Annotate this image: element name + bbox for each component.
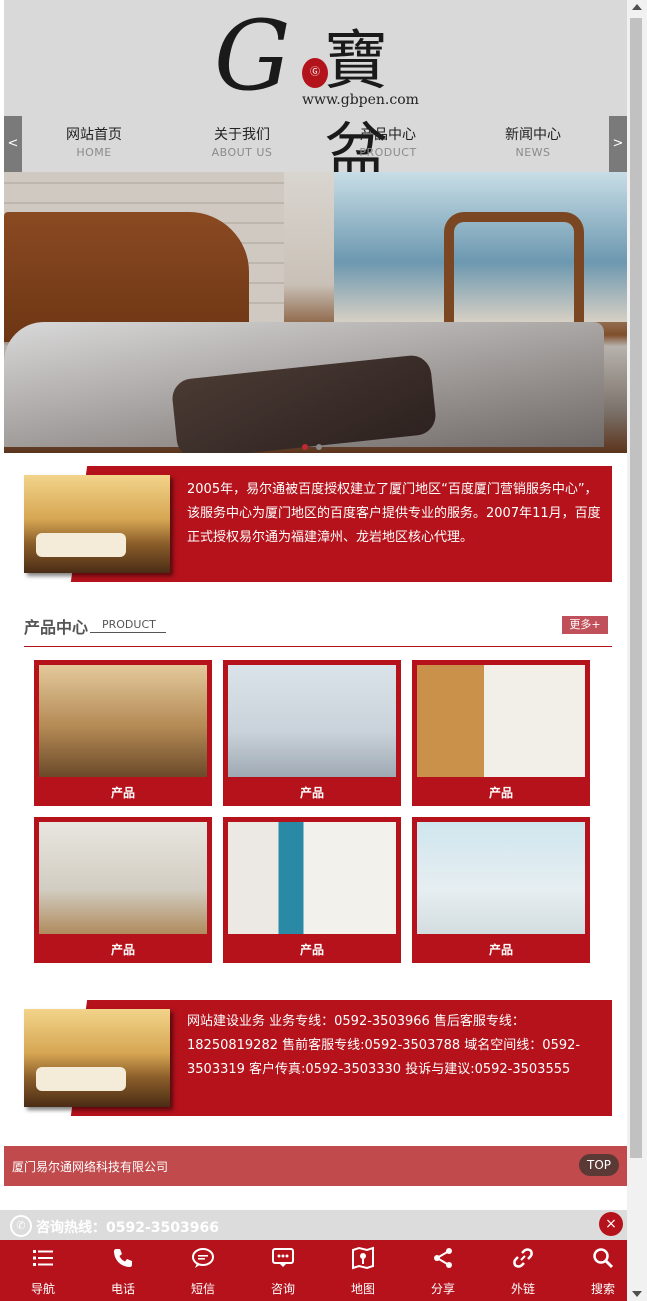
phone-icon — [114, 1249, 132, 1267]
site-header: G Ⓖ 寶盆 www.gbpen.com < 网站首页 HOME 关于我们 AB… — [4, 0, 627, 191]
section-title: 产品中心 — [24, 618, 89, 637]
site-logo[interactable]: G Ⓖ 寶盆 www.gbpen.com — [214, 0, 424, 191]
tab-label: 咨询 — [270, 1282, 295, 1296]
scrollbar-thumb[interactable] — [630, 18, 642, 1158]
nav-item-about[interactable]: 关于我们 ABOUT US — [182, 124, 302, 159]
product-label: 产品 — [110, 943, 135, 957]
tab-share[interactable]: 分享 — [404, 1240, 482, 1301]
nav-item-sublabel: ABOUT US — [211, 146, 273, 159]
tab-label: 电话 — [110, 1282, 135, 1296]
close-button[interactable]: × — [599, 1212, 623, 1236]
product-image — [228, 822, 396, 934]
hotline-bar[interactable]: ✆ 咨询热线：0592-3503966 × — [0, 1210, 627, 1240]
phone-icon: ✆ — [10, 1215, 32, 1237]
nav-item-sublabel: PRODUCT — [359, 146, 417, 159]
product-card[interactable]: 产品 — [412, 817, 590, 963]
nav-item-label: 新闻中心 — [505, 127, 561, 143]
product-card[interactable]: 产品 — [34, 660, 212, 806]
company-name: 厦门易尔通网络科技有限公司 — [12, 1160, 169, 1174]
more-button[interactable]: 更多+ — [562, 616, 608, 634]
product-label: 产品 — [488, 786, 513, 800]
page: G Ⓖ 寶盆 www.gbpen.com < 网站首页 HOME 关于我们 AB… — [4, 0, 627, 1186]
product-image — [39, 822, 207, 934]
tab-label: 短信 — [190, 1282, 215, 1296]
banner-dot[interactable] — [316, 444, 322, 450]
logo-url-text: www.gbpen.com — [302, 92, 419, 108]
search-icon — [593, 1248, 614, 1269]
banner-dot-active[interactable] — [302, 444, 308, 450]
page-scrollbar[interactable] — [627, 0, 647, 1301]
sms-icon — [192, 1248, 214, 1268]
chat-icon — [272, 1248, 294, 1267]
tab-phone[interactable]: 电话 — [84, 1240, 162, 1301]
hero-banner[interactable] — [4, 172, 627, 453]
contact-photo — [24, 1009, 170, 1107]
product-card[interactable]: 产品 — [223, 660, 401, 806]
product-image — [417, 665, 585, 777]
product-card[interactable]: 产品 — [223, 817, 401, 963]
product-label: 产品 — [488, 943, 513, 957]
intro-text: 2005年，易尔通被百度授权建立了厦门地区“百度厦门营销服务中心”，该服务中心为… — [187, 482, 601, 545]
nav-item-home[interactable]: 网站首页 HOME — [34, 124, 154, 159]
nav-item-news[interactable]: 新闻中心 NEWS — [473, 124, 593, 159]
back-to-top-button[interactable]: TOP — [579, 1154, 619, 1176]
section-subtitle: PRODUCT — [90, 618, 166, 633]
bottom-toolbar: 导航 电话 短信 咨询 地图 分享 外链 搜索 — [0, 1240, 627, 1301]
tab-label: 导航 — [30, 1282, 55, 1296]
tab-label: 分享 — [430, 1282, 455, 1296]
scroll-up-arrow[interactable] — [632, 4, 642, 10]
menu-icon — [33, 1250, 53, 1266]
product-label: 产品 — [110, 786, 135, 800]
tab-label: 外链 — [510, 1282, 535, 1296]
photo-sofa — [36, 533, 126, 557]
photo-sofa — [36, 1067, 126, 1091]
banner-chair — [444, 212, 584, 332]
nav-item-label: 关于我们 — [214, 127, 270, 143]
scroll-down-arrow[interactable] — [632, 1291, 642, 1297]
logo-g-mark: G — [214, 0, 291, 112]
nav-item-label: 网站首页 — [66, 127, 122, 143]
contact-text: 网站建设业务 业务专线：0592-3503966 售后客服专线：18250819… — [187, 1014, 581, 1077]
tab-navigation[interactable]: 导航 — [4, 1240, 82, 1301]
product-label: 产品 — [299, 943, 324, 957]
nav-item-product[interactable]: 产品中心 PRODUCT — [328, 124, 448, 159]
product-image — [417, 822, 585, 934]
nav-item-label: 产品中心 — [360, 127, 416, 143]
tab-links[interactable]: 外链 — [484, 1240, 562, 1301]
product-card[interactable]: 产品 — [34, 817, 212, 963]
main-nav: < 网站首页 HOME 关于我们 ABOUT US 产品中心 PRODUCT 新… — [4, 116, 627, 172]
product-image — [228, 665, 396, 777]
company-intro: 2005年，易尔通被百度授权建立了厦门地区“百度厦门营销服务中心”，该服务中心为… — [24, 466, 612, 582]
contact-info: 网站建设业务 业务专线：0592-3503966 售后客服专线：18250819… — [24, 1000, 612, 1116]
tab-sms[interactable]: 短信 — [164, 1240, 242, 1301]
product-image — [39, 665, 207, 777]
nav-prev-arrow[interactable]: < — [4, 116, 22, 172]
tab-map[interactable]: 地图 — [324, 1240, 402, 1301]
share-icon — [434, 1248, 452, 1268]
tab-consult[interactable]: 咨询 — [244, 1240, 322, 1301]
product-card[interactable]: 产品 — [412, 660, 590, 806]
banner-pagination — [298, 435, 338, 450]
nav-next-arrow[interactable]: > — [609, 116, 627, 172]
site-footer: 厦门易尔通网络科技有限公司 TOP — [4, 1146, 627, 1186]
tab-label: 地图 — [350, 1282, 375, 1296]
nav-item-sublabel: HOME — [76, 146, 112, 159]
product-label: 产品 — [299, 786, 324, 800]
product-section-header: 产品中心 PRODUCT 更多+ — [24, 612, 612, 647]
intro-photo — [24, 475, 170, 573]
map-icon — [352, 1246, 374, 1270]
hotline-label: 咨询热线：0592-3503966 — [36, 1220, 219, 1236]
nav-item-sublabel: NEWS — [515, 146, 551, 159]
link-icon — [513, 1248, 533, 1268]
